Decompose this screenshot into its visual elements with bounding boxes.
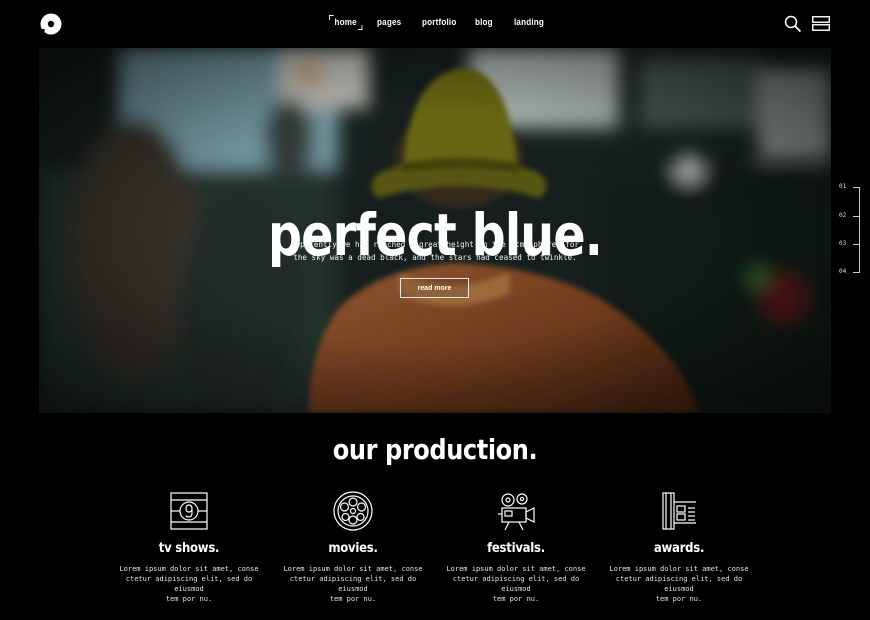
nav-item-pages[interactable]: pages — [377, 17, 401, 27]
feature-text-line: Lorem ipsum dolor sit amet, conse — [446, 565, 586, 573]
feature-text-line: ctetur adipiscing elit, sed do eiusmod — [289, 575, 417, 593]
movie-camera-icon — [498, 493, 535, 531]
feature-description: Lorem ipsum dolor sit amet, conse ctetur… — [436, 564, 596, 604]
feature-title: festivals. — [487, 541, 545, 556]
feature-description: Lorem ipsum dolor sit amet, conse ctetur… — [109, 564, 269, 604]
hero-description-line: Apparently we had reached a great height… — [290, 240, 580, 249]
active-bracket-bottom — [357, 25, 363, 30]
feature-text-line: tem por nu. — [165, 595, 213, 603]
feature-text-line: Lorem ipsum dolor sit amet, conse — [283, 565, 423, 573]
film-strip-icon — [662, 492, 696, 530]
feature-description: Lorem ipsum dolor sit amet, conse ctetur… — [599, 564, 759, 604]
hero-description-line: the sky was a dead black, and the stars … — [293, 253, 577, 262]
pager-tick — [853, 216, 860, 217]
main-nav: home pages portfolio blog landing — [0, 15, 870, 33]
active-bracket-top — [329, 15, 334, 20]
feature-description: Lorem ipsum dolor sit amet, conse ctetur… — [273, 564, 433, 604]
hero-slider: perfect blue. Apparently we had reached … — [39, 48, 831, 413]
feature-title: tv shows. — [158, 541, 220, 556]
slide-dot-03[interactable]: 03 — [839, 240, 846, 247]
feature-text-line: tem por nu. — [492, 595, 540, 603]
feature-text-line: tem por nu. — [329, 595, 377, 603]
nav-item-blog[interactable]: blog — [475, 17, 493, 27]
feature-text-line: Lorem ipsum dolor sit amet, conse — [609, 565, 749, 573]
nav-item-landing[interactable]: landing — [514, 17, 544, 27]
read-more-button[interactable]: read more — [400, 278, 469, 298]
slide-dot-02[interactable]: 02 — [839, 212, 846, 219]
pager-line — [859, 187, 860, 272]
feature-text-line: ctetur adipiscing elit, sed do eiusmod — [125, 575, 253, 593]
feature-text-line: Lorem ipsum dolor sit amet, conse — [119, 565, 259, 573]
nav-item-label: home — [334, 17, 357, 27]
search-icon[interactable] — [784, 15, 802, 33]
section-title: our production. — [332, 433, 538, 466]
pager-tick — [853, 244, 860, 245]
pager-tick — [853, 272, 860, 273]
film-reel-icon — [333, 491, 373, 531]
feature-text-line: tem por nu. — [655, 595, 703, 603]
feature-text-line: ctetur adipiscing elit, sed do eiusmod — [615, 575, 743, 593]
film-countdown-icon — [170, 492, 208, 530]
nav-item-home[interactable]: home — [329, 15, 363, 30]
feature-title: movies. — [328, 541, 378, 556]
slide-dot-01[interactable]: 01 — [839, 183, 846, 190]
nav-item-portfolio[interactable]: portfolio — [422, 17, 456, 27]
feature-title: awards. — [653, 541, 705, 556]
slide-pager: 01 02 03 04 — [838, 183, 862, 278]
pager-tick — [853, 187, 860, 188]
menu-icon[interactable] — [812, 16, 830, 31]
slide-dot-04[interactable]: 04 — [839, 268, 846, 275]
feature-text-line: ctetur adipiscing elit, sed do eiusmod — [452, 575, 580, 593]
hero-description: Apparently we had reached a great height… — [265, 238, 605, 264]
